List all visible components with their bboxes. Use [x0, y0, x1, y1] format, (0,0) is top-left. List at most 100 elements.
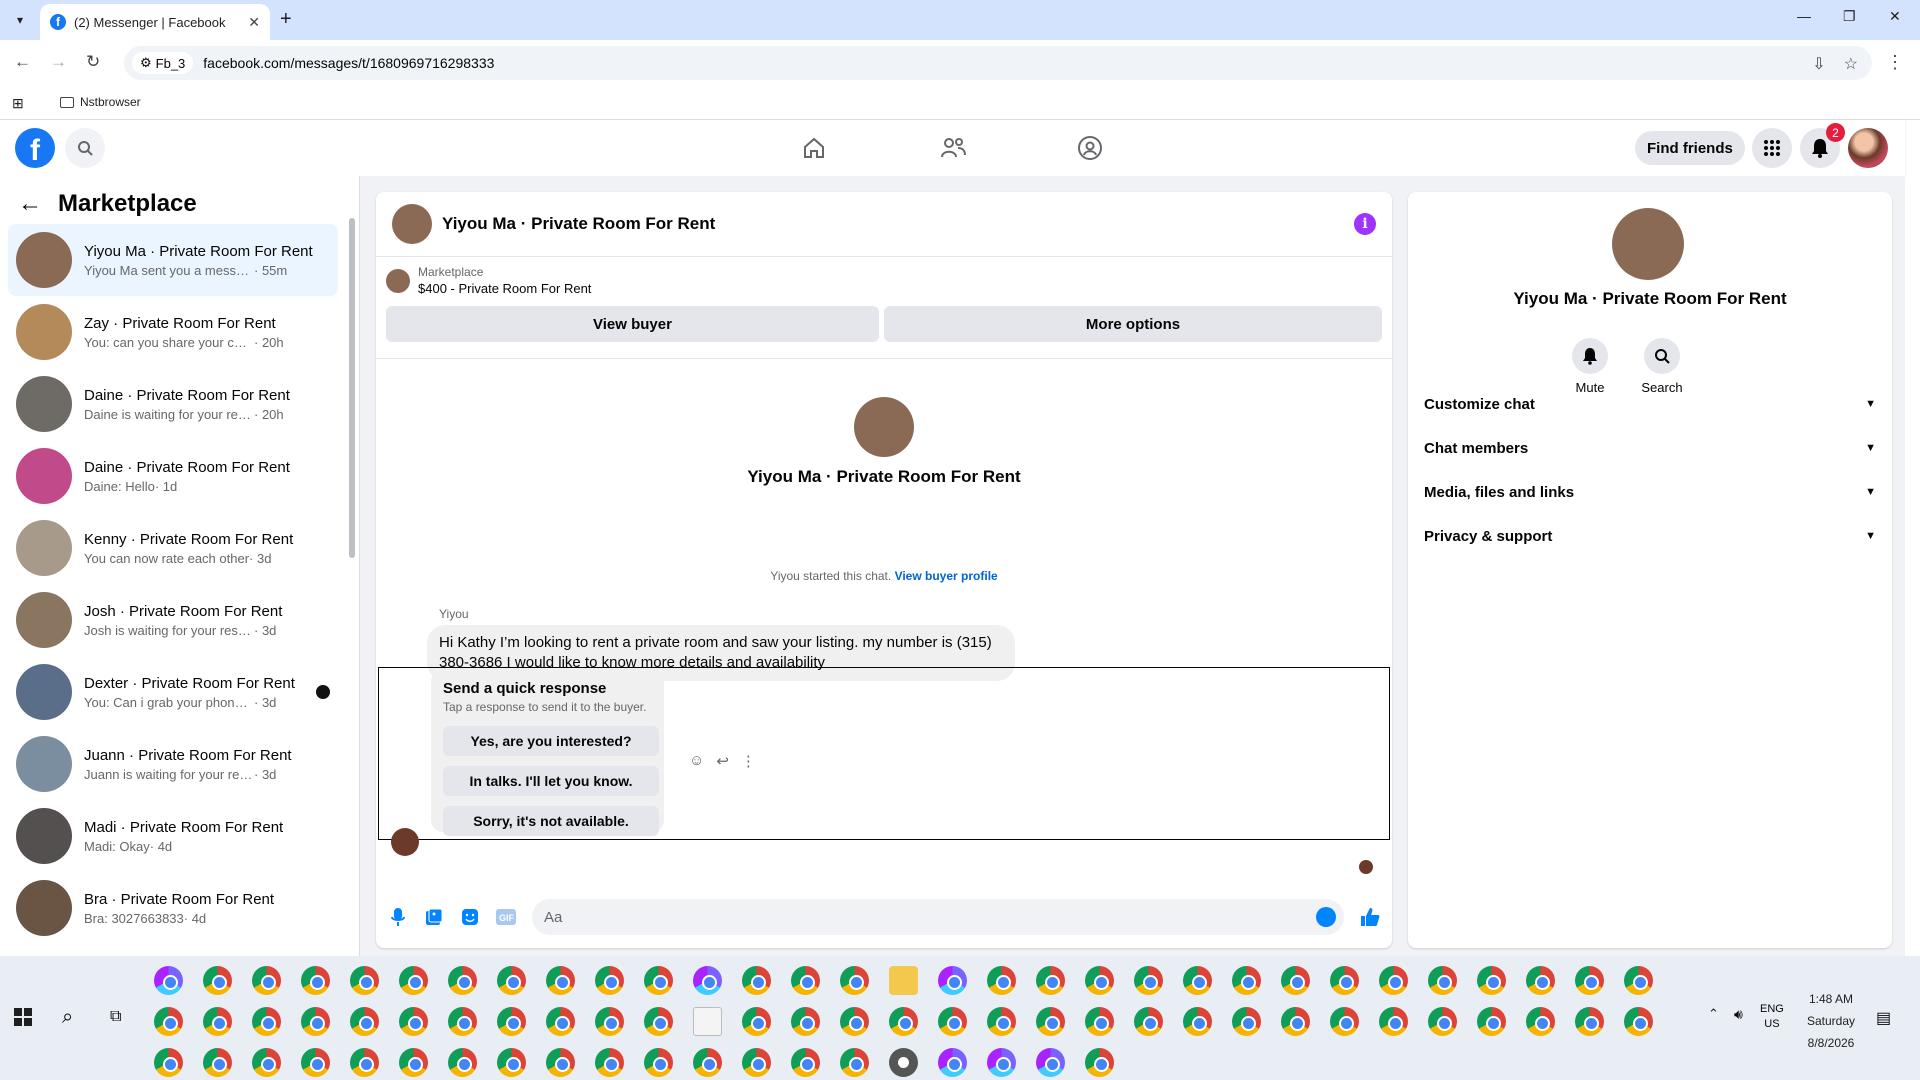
taskbar-app-icon[interactable]: [1183, 966, 1212, 995]
message-input[interactable]: Aa: [532, 899, 1344, 935]
find-friends-button[interactable]: Find friends: [1635, 131, 1745, 165]
language-indicator[interactable]: ENG US: [1760, 1002, 1784, 1032]
view-buyer-profile-link[interactable]: View buyer profile: [895, 569, 998, 583]
conversation-item[interactable]: Daine · Private Room For Rent Daine is wa…: [8, 368, 338, 440]
task-view-icon[interactable]: ⧉: [110, 1008, 121, 1026]
bookmark-star-icon[interactable]: ☆: [1844, 54, 1858, 74]
taskbar-app-icon[interactable]: [889, 1007, 918, 1036]
taskbar-app-icon[interactable]: [497, 1048, 526, 1077]
taskbar-app-icon[interactable]: [1526, 1007, 1555, 1036]
taskbar-app-icon[interactable]: [1477, 1007, 1506, 1036]
taskbar-app-icon[interactable]: [1330, 966, 1359, 995]
media-files-section[interactable]: Media, files and links ▼: [1424, 470, 1876, 514]
privacy-support-section[interactable]: Privacy & support ▼: [1424, 514, 1876, 558]
chat-avatar[interactable]: [392, 204, 432, 244]
react-emoji-icon[interactable]: ☺: [689, 752, 704, 770]
taskbar-app-icon[interactable]: [987, 966, 1016, 995]
view-buyer-button[interactable]: View buyer: [386, 306, 880, 342]
taskbar-app-icon[interactable]: [252, 1048, 281, 1077]
taskbar-app-icon[interactable]: [1330, 1007, 1359, 1036]
taskbar-app-icon[interactable]: [1183, 1007, 1212, 1036]
notification-center-icon[interactable]: ▤: [1876, 1008, 1891, 1028]
emoji-icon[interactable]: [1316, 907, 1336, 927]
taskbar-app-icon[interactable]: [301, 966, 330, 995]
taskbar-app-icon[interactable]: [1085, 1007, 1114, 1036]
more-actions-icon[interactable]: ⋮: [741, 752, 756, 770]
taskbar-app-icon[interactable]: [546, 1007, 575, 1036]
taskbar-app-icon[interactable]: [301, 1007, 330, 1036]
taskbar-app-icon[interactable]: [252, 966, 281, 995]
conversation-item[interactable]: Zay · Private Room For Rent You: can you …: [8, 296, 338, 368]
taskbar-app-icon[interactable]: [399, 1048, 428, 1077]
quick-response-yes-button[interactable]: Yes, are you interested?: [443, 726, 659, 756]
friends-icon[interactable]: [937, 132, 969, 164]
search-button[interactable]: [65, 128, 105, 168]
browser-menu-icon[interactable]: ⋮: [1886, 52, 1904, 73]
taskbar-app-icon[interactable]: [791, 1048, 820, 1077]
conversation-item[interactable]: Daine · Private Room For Rent Daine: Hell…: [8, 440, 338, 512]
taskbar-app-icon[interactable]: [448, 966, 477, 995]
system-clock[interactable]: 1:48 AM Saturday 8/8/2026: [1796, 988, 1866, 1054]
more-options-button[interactable]: More options: [884, 306, 1382, 342]
taskbar-app-icon[interactable]: [1624, 966, 1653, 995]
taskbar-app-icon[interactable]: [203, 966, 232, 995]
taskbar-app-icon[interactable]: [1232, 1007, 1261, 1036]
restore-icon[interactable]: ❐: [1843, 8, 1856, 25]
taskbar-app-icon[interactable]: [644, 1007, 673, 1036]
taskbar-app-icon[interactable]: [154, 1007, 183, 1036]
sidebar-scrollbar[interactable]: [348, 188, 356, 958]
taskbar-app-icon[interactable]: [889, 1048, 918, 1077]
apps-grid-icon[interactable]: ⊞: [12, 95, 24, 112]
taskbar-app-icon[interactable]: [301, 1048, 330, 1077]
conversation-item[interactable]: Josh · Private Room For Rent Josh is wait…: [8, 584, 338, 656]
reply-icon[interactable]: ↩: [716, 752, 729, 770]
taskbar-app-icon[interactable]: [595, 1048, 624, 1077]
conversation-item[interactable]: Juann · Private Room For Rent Juann is wa…: [8, 728, 338, 800]
taskbar-app-icon[interactable]: [693, 1007, 722, 1036]
home-icon[interactable]: [798, 132, 830, 164]
site-info-chip[interactable]: ⚙ Fb_3: [132, 52, 194, 74]
taskbar-search-icon[interactable]: ⌕: [62, 1006, 73, 1029]
taskbar-app-icon[interactable]: [497, 1007, 526, 1036]
show-hidden-icons-chevron-icon[interactable]: ⌃: [1708, 1006, 1719, 1022]
taskbar-app-icon[interactable]: [1036, 1007, 1065, 1036]
taskbar-app-icon[interactable]: [399, 966, 428, 995]
omnibox[interactable]: ⚙ Fb_3 facebook.com/messages/t/168096971…: [124, 46, 1872, 80]
taskbar-app-icon[interactable]: [1379, 1007, 1408, 1036]
reload-icon[interactable]: ↻: [86, 52, 100, 72]
taskbar-app-icon[interactable]: [1036, 966, 1065, 995]
taskbar-app-icon[interactable]: [1085, 966, 1114, 995]
taskbar-app-icon[interactable]: [1281, 966, 1310, 995]
gif-icon[interactable]: GIF: [496, 907, 516, 927]
taskbar-app-icon[interactable]: [399, 1007, 428, 1036]
taskbar-app-icon[interactable]: [938, 1048, 967, 1077]
taskbar-app-icon[interactable]: [203, 1048, 232, 1077]
taskbar-app-icon[interactable]: [889, 966, 918, 995]
taskbar-app-icon[interactable]: [1575, 966, 1604, 995]
taskbar-app-icon[interactable]: [1134, 1007, 1163, 1036]
taskbar-app-icon[interactable]: [938, 966, 967, 995]
groups-icon[interactable]: [1074, 132, 1106, 164]
taskbar-app-icon[interactable]: [938, 1007, 967, 1036]
taskbar-app-icon[interactable]: [987, 1048, 1016, 1077]
chat-members-section[interactable]: Chat members ▼: [1424, 426, 1876, 470]
chat-title[interactable]: Yiyou Ma · Private Room For Rent: [442, 214, 1354, 234]
taskbar-app-icon[interactable]: [840, 1048, 869, 1077]
close-tab-icon[interactable]: ✕: [248, 14, 260, 31]
back-icon[interactable]: ←: [14, 52, 31, 72]
quick-response-sorry-button[interactable]: Sorry, it's not available.: [443, 806, 659, 836]
taskbar-app-icon[interactable]: [1526, 966, 1555, 995]
taskbar-app-icon[interactable]: [840, 1007, 869, 1036]
taskbar-app-icon[interactable]: [742, 1048, 771, 1077]
taskbar-app-icon[interactable]: [350, 1007, 379, 1036]
taskbar-app-icon[interactable]: [1036, 1048, 1065, 1077]
taskbar-app-icon[interactable]: [987, 1007, 1016, 1036]
taskbar-app-icon[interactable]: [693, 1048, 722, 1077]
menu-grid-button[interactable]: [1752, 128, 1792, 168]
taskbar-app-icon[interactable]: [154, 966, 183, 995]
taskbar-app-icon[interactable]: [252, 1007, 281, 1036]
taskbar-app-icon[interactable]: [644, 966, 673, 995]
taskbar-app-icon[interactable]: [448, 1007, 477, 1036]
scrollbar-thumb[interactable]: [349, 218, 355, 558]
url-text[interactable]: facebook.com/messages/t/1680969716298333: [203, 55, 494, 71]
